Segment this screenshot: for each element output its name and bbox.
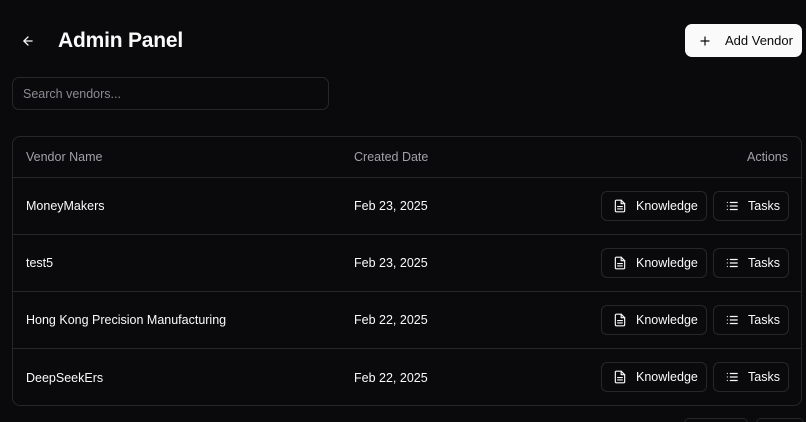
pagination-previous-button[interactable] bbox=[684, 418, 748, 422]
plus-icon bbox=[700, 35, 710, 46]
arrow-left-icon bbox=[23, 36, 33, 46]
back-button[interactable] bbox=[16, 30, 40, 52]
created-date: Feb 23, 2025 bbox=[354, 256, 428, 270]
list-icon bbox=[726, 201, 738, 211]
page-title: Admin Panel bbox=[58, 29, 183, 52]
knowledge-button[interactable]: Knowledge bbox=[601, 305, 707, 335]
table-row: test5 Feb 23, 2025 Knowledge Tasks bbox=[13, 235, 801, 292]
list-icon bbox=[726, 315, 738, 325]
created-date: Feb 22, 2025 bbox=[354, 370, 428, 385]
knowledge-label: Knowledge bbox=[636, 199, 698, 213]
created-date: Feb 22, 2025 bbox=[354, 313, 428, 327]
column-header-vendor-name: Vendor Name bbox=[26, 150, 103, 164]
tasks-label: Tasks bbox=[748, 199, 780, 213]
table-row: MoneyMakers Feb 23, 2025 Knowledge Tasks bbox=[13, 178, 801, 235]
knowledge-label: Knowledge bbox=[636, 370, 698, 384]
vendor-name: DeepSeekErs bbox=[26, 370, 104, 385]
column-header-actions: Actions bbox=[747, 150, 788, 164]
tasks-label: Tasks bbox=[748, 370, 780, 384]
file-text-icon bbox=[614, 313, 626, 327]
knowledge-button[interactable]: Knowledge bbox=[601, 362, 707, 392]
knowledge-label: Knowledge bbox=[636, 313, 698, 327]
file-text-icon bbox=[614, 370, 626, 384]
vendor-name: test5 bbox=[26, 256, 54, 270]
vendor-name: Hong Kong Precision Manufacturing bbox=[26, 313, 227, 327]
list-icon bbox=[726, 258, 738, 268]
vendor-name: MoneyMakers bbox=[26, 199, 105, 213]
file-text-icon bbox=[614, 199, 626, 213]
table-row: DeepSeekErs Feb 22, 2025 Knowledge Tasks bbox=[13, 349, 801, 405]
table-row: Hong Kong Precision Manufacturing Feb 22… bbox=[13, 292, 801, 349]
tasks-button[interactable]: Tasks bbox=[713, 362, 789, 392]
list-icon bbox=[726, 372, 738, 382]
tasks-button[interactable]: Tasks bbox=[713, 305, 789, 335]
knowledge-button[interactable]: Knowledge bbox=[601, 191, 707, 221]
add-vendor-label: Add Vendor bbox=[725, 33, 793, 48]
pagination-next-button[interactable] bbox=[756, 418, 804, 422]
tasks-label: Tasks bbox=[748, 313, 780, 327]
file-text-icon bbox=[614, 256, 626, 270]
add-vendor-button[interactable]: Add Vendor bbox=[685, 24, 802, 57]
tasks-label: Tasks bbox=[748, 256, 780, 270]
column-header-created-date: Created Date bbox=[354, 150, 429, 164]
tasks-button[interactable]: Tasks bbox=[713, 248, 789, 278]
search-input[interactable] bbox=[12, 77, 329, 110]
vendors-table: Vendor Name Created Date Actions MoneyMa… bbox=[12, 136, 802, 406]
table-header-row: Vendor Name Created Date Actions bbox=[13, 137, 801, 178]
created-date: Feb 23, 2025 bbox=[354, 199, 428, 213]
admin-panel-page: Admin Panel Add Vendor Vendor Name Creat… bbox=[0, 0, 806, 422]
knowledge-label: Knowledge bbox=[636, 256, 698, 270]
tasks-button[interactable]: Tasks bbox=[713, 191, 789, 221]
knowledge-button[interactable]: Knowledge bbox=[601, 248, 707, 278]
